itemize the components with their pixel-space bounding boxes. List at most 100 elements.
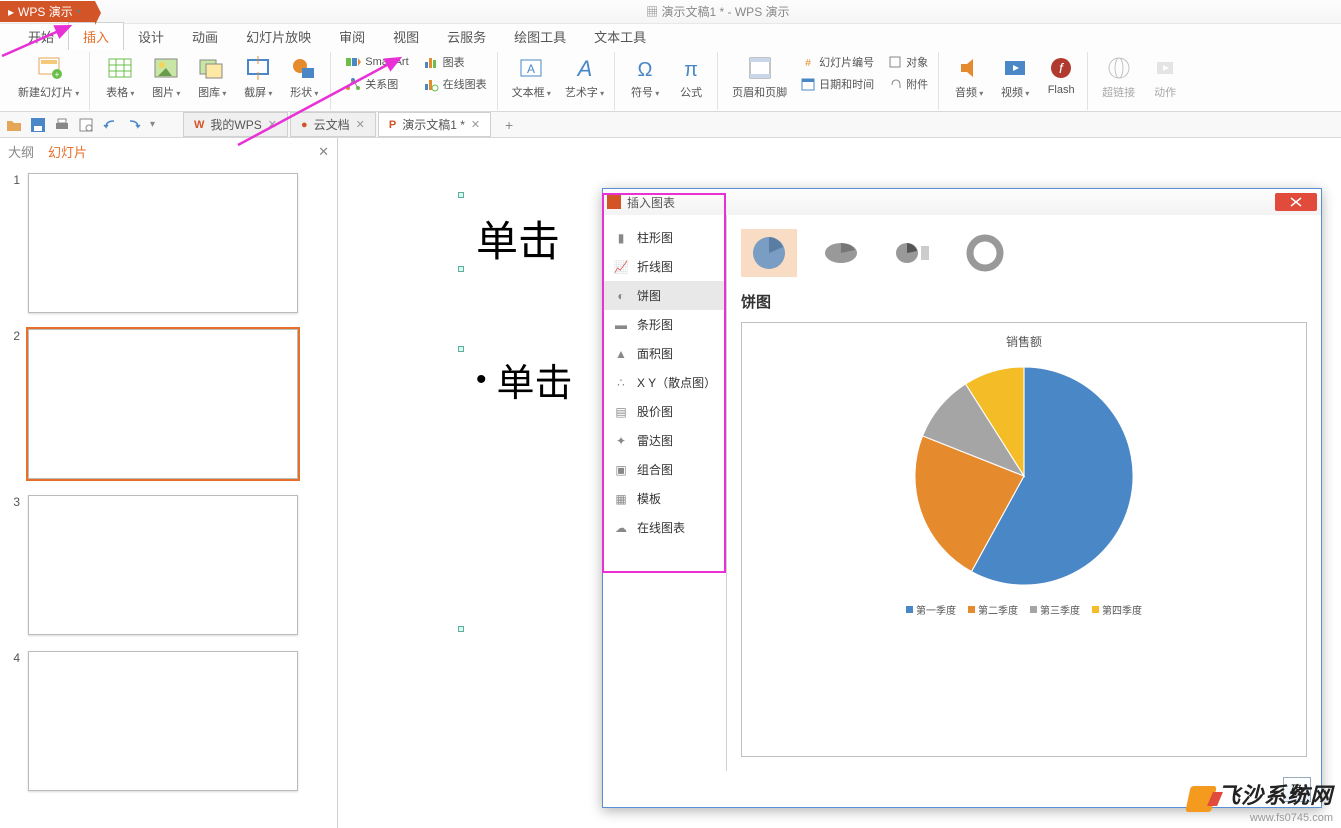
chart-category-9[interactable]: ▦模板: [603, 484, 726, 513]
body-placeholder[interactable]: • 单击: [476, 352, 573, 407]
svg-text:#: #: [805, 58, 811, 69]
close-panel-icon[interactable]: ✕: [318, 144, 329, 160]
close-tab-icon[interactable]: ✕: [471, 118, 480, 131]
menu-tab-7[interactable]: 云服务: [433, 23, 500, 50]
title-bar: ▸ WPS 演示 ▾ ▦ 演示文稿1 * - WPS 演示: [0, 0, 1341, 24]
table-icon: [106, 54, 134, 82]
menu-tab-5[interactable]: 审阅: [325, 23, 379, 50]
wordart-icon: A: [571, 54, 599, 82]
chart-category-7[interactable]: ✦雷达图: [603, 426, 726, 455]
doc-tab-1[interactable]: ●云文档✕: [290, 112, 376, 137]
gallery-button[interactable]: 图库 ▾: [192, 52, 232, 102]
number-icon: #: [801, 55, 815, 69]
relation-button[interactable]: 关系图: [341, 74, 412, 94]
menu-tab-1[interactable]: 插入: [68, 22, 124, 50]
pie-subtype-bar[interactable]: [885, 229, 941, 277]
datetime-button[interactable]: 日期和时间: [797, 74, 878, 94]
slide-thumb-1[interactable]: [28, 173, 298, 313]
menu-tab-3[interactable]: 动画: [178, 23, 232, 50]
smartart-icon: [345, 54, 361, 70]
slide-thumb-3[interactable]: [28, 495, 298, 635]
screenshot-button[interactable]: 截屏 ▾: [238, 52, 278, 102]
qa-overflow[interactable]: ▾: [150, 119, 155, 130]
window-title: ▦ 演示文稿1 * - WPS 演示: [95, 3, 1341, 20]
shapes-button[interactable]: 形状 ▾: [284, 52, 324, 102]
doc-tab-0[interactable]: W我的WPS✕: [183, 112, 288, 137]
slides-tab[interactable]: 幻灯片: [48, 142, 87, 161]
attachment-button[interactable]: 附件: [884, 74, 932, 94]
slide-thumb-2[interactable]: [28, 329, 298, 479]
print-preview-icon[interactable]: [78, 117, 94, 133]
slide-number-button[interactable]: #幻灯片编号: [797, 52, 878, 72]
slide-thumb-4[interactable]: [28, 651, 298, 791]
table-button[interactable]: 表格 ▾: [100, 52, 140, 102]
app-menu-button[interactable]: ▸ WPS 演示 ▾: [0, 1, 95, 22]
undo-icon[interactable]: [102, 117, 118, 133]
category-icon: ▬: [613, 317, 629, 333]
watermark: 飞沙系统网 www.fs0745.com: [1188, 778, 1333, 824]
redo-icon[interactable]: [126, 117, 142, 133]
symbol-button[interactable]: Ω 符号 ▾: [625, 52, 665, 102]
open-icon[interactable]: [6, 117, 22, 133]
doc-tab-2[interactable]: P演示文稿1 *✕: [378, 112, 491, 137]
chart-category-4[interactable]: ▲面积图: [603, 339, 726, 368]
slide-thumbnails[interactable]: 1234: [0, 165, 337, 828]
menu-tab-4[interactable]: 幻灯片放映: [232, 23, 325, 50]
textbox-button[interactable]: A 文本框 ▾: [508, 52, 555, 102]
new-slide-button[interactable]: + 新建幻灯片 ▾: [14, 52, 83, 102]
hyperlink-icon: [1105, 54, 1133, 82]
legend-item: 第二季度: [968, 602, 1018, 617]
quick-access-bar: ▾ W我的WPS✕●云文档✕P演示文稿1 *✕ +: [0, 112, 1341, 138]
menu-tab-9[interactable]: 文本工具: [580, 23, 660, 50]
dialog-titlebar[interactable]: 插入图表: [603, 189, 1321, 215]
header-footer-button[interactable]: 页眉和页脚: [728, 52, 791, 102]
menu-tab-0[interactable]: 开始: [14, 23, 68, 50]
close-tab-icon[interactable]: ✕: [268, 118, 277, 131]
pie-subtype-3d[interactable]: [813, 229, 869, 277]
chart-category-8[interactable]: ▣组合图: [603, 455, 726, 484]
action-button[interactable]: 动作: [1145, 52, 1185, 102]
menu-tab-6[interactable]: 视图: [379, 23, 433, 50]
legend-item: 第一季度: [906, 602, 956, 617]
chart-button[interactable]: 图表: [419, 52, 491, 72]
flash-button[interactable]: f Flash: [1041, 52, 1081, 98]
chart-category-6[interactable]: ▤股价图: [603, 397, 726, 426]
menu-tab-2[interactable]: 设计: [124, 23, 178, 50]
online-chart-button[interactable]: 在线图表: [419, 74, 491, 94]
chart-category-0[interactable]: ▮柱形图: [603, 223, 726, 252]
pie-subtype-doughnut[interactable]: [957, 229, 1013, 277]
calendar-icon: [801, 77, 815, 91]
smartart-button[interactable]: SmartArt: [341, 52, 412, 72]
chart-category-3[interactable]: ▬条形图: [603, 310, 726, 339]
pie-subtype-2d[interactable]: [741, 229, 797, 277]
ribbon: + 新建幻灯片 ▾ 表格 ▾ 图片 ▾ 图库 ▾ 截屏 ▾ 形状 ▾ Smart…: [0, 50, 1341, 112]
equation-button[interactable]: π 公式: [671, 52, 711, 102]
audio-button[interactable]: 音频 ▾: [949, 52, 989, 102]
action-icon: [1151, 54, 1179, 82]
chart-category-1[interactable]: 📈折线图: [603, 252, 726, 281]
object-button[interactable]: 对象: [884, 52, 932, 72]
dialog-close-button[interactable]: [1275, 193, 1317, 211]
legend-item: 第三季度: [1030, 602, 1080, 617]
outline-tab[interactable]: 大纲: [8, 142, 34, 161]
menu-tab-8[interactable]: 绘图工具: [500, 23, 580, 50]
print-icon[interactable]: [54, 117, 70, 133]
hyperlink-button[interactable]: 超链接: [1098, 52, 1139, 102]
close-tab-icon[interactable]: ✕: [356, 118, 365, 131]
video-button[interactable]: 视频 ▾: [995, 52, 1035, 102]
category-icon: ◐: [613, 288, 629, 304]
chart-preview: 销售额 第一季度第二季度第三季度第四季度: [741, 322, 1307, 757]
title-placeholder[interactable]: 单击: [476, 208, 560, 269]
chart-preview-title: 销售额: [1006, 333, 1042, 350]
chart-category-5[interactable]: ∴X Y（散点图）: [603, 368, 726, 397]
chart-category-2[interactable]: ◐饼图: [603, 281, 726, 310]
new-tab-button[interactable]: +: [499, 117, 519, 133]
save-icon[interactable]: [30, 117, 46, 133]
picture-button[interactable]: 图片 ▾: [146, 52, 186, 102]
wordart-button[interactable]: A 艺术字 ▾: [561, 52, 608, 102]
chevron-down-icon: ▾: [77, 7, 81, 16]
watermark-logo-icon: [1185, 786, 1217, 812]
screenshot-icon: [244, 54, 272, 82]
svg-text:π: π: [684, 59, 698, 81]
chart-category-10[interactable]: ☁在线图表: [603, 513, 726, 542]
